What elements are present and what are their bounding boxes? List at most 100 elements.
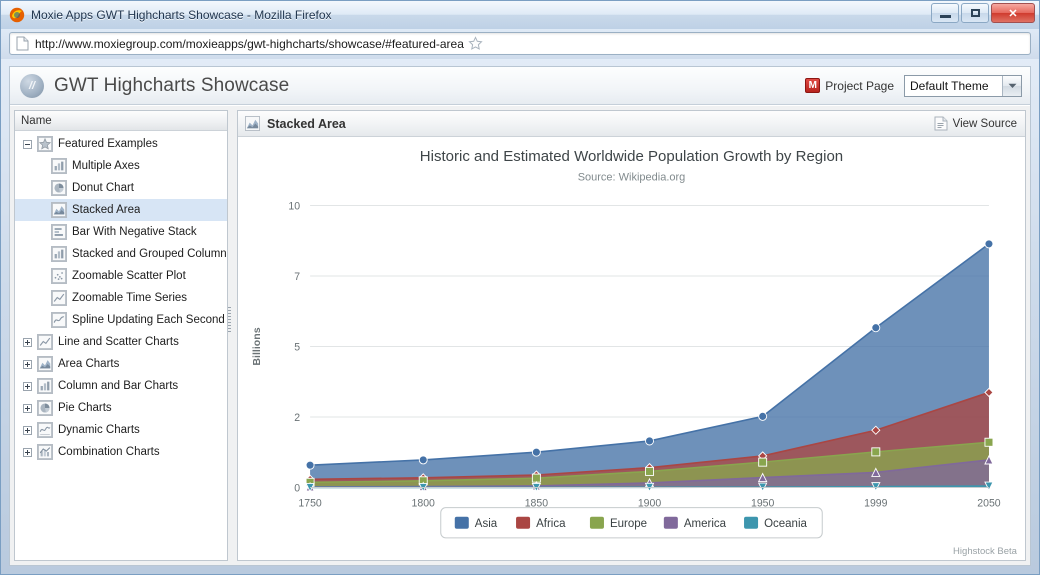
chart-marker-europe[interactable] [645,466,654,476]
tree-expand-icon[interactable] [23,337,32,347]
line-chart-icon [37,334,53,350]
tree-expand-icon[interactable] [23,403,32,413]
chart-subtitle: Source: Wikipedia.org [578,171,686,183]
sidebar-item-label: Pie Charts [58,402,112,414]
address-bar[interactable]: http://www.moxiegroup.com/moxieapps/gwt-… [9,32,1031,55]
pie-chart-icon [37,400,53,416]
sidebar-item-area-charts[interactable]: Area Charts [15,353,227,375]
project-page-label: Project Page [825,78,894,93]
page-icon [16,36,29,51]
tree-collapse-icon[interactable] [23,139,32,149]
window-title: Moxie Apps GWT Highcharts Showcase - Moz… [31,8,332,22]
chart-marker-asia[interactable] [871,323,881,333]
chart-marker-europe[interactable] [871,447,881,457]
sidebar-item-combination-charts[interactable]: Combination Charts [15,441,227,463]
sidebar-item-stacked-area[interactable]: Stacked Area [15,199,227,221]
sidebar-item-zoomable-scatter-plot[interactable]: Zoomable Scatter Plot [15,265,227,287]
close-icon: ✕ [1008,7,1018,20]
sidebar-item-line-and-scatter-charts[interactable]: Line and Scatter Charts [15,331,227,353]
close-button[interactable]: ✕ [991,3,1035,23]
url-text[interactable]: http://www.moxiegroup.com/moxieapps/gwt-… [35,37,464,51]
bookmark-star-icon[interactable] [468,36,483,51]
chart-title: Historic and Estimated Worldwide Populat… [420,148,843,165]
app-logo-icon: // [20,73,44,98]
y-axis-tick-label: 0 [294,482,300,494]
chart-marker-asia[interactable] [758,411,768,421]
chart-panel: Stacked Area View Source 0 2 5 7 10 1750… [237,110,1026,561]
column-chart-icon [37,378,53,394]
chart-marker-asia[interactable] [418,455,428,465]
legend-label-europe[interactable]: Europe [610,518,647,530]
sidebar-item-label: Stacked and Grouped Column [72,248,227,260]
area-chart-icon [245,116,260,131]
y-axis-title: Billions [251,327,263,365]
sidebar-item-zoomable-time-series[interactable]: Zoomable Time Series [15,287,227,309]
panel-splitter[interactable] [227,111,232,560]
moxie-logo-letter: M [808,79,817,91]
chart-marker-asia[interactable] [645,436,654,446]
web-page: // GWT Highcharts Showcase M Project Pag… [9,66,1031,566]
theme-select-value: Default Theme [910,78,989,93]
project-page-link[interactable]: M Project Page [805,78,894,93]
pie-chart-icon [51,180,67,196]
area-chart-icon [37,356,53,372]
chart-marker-europe[interactable] [758,457,768,467]
sidebar-item-multiple-axes[interactable]: Multiple Axes [15,155,227,177]
page-title: GWT Highcharts Showcase [54,74,290,96]
legend-label-oceania[interactable]: Oceania [764,518,807,530]
sidebar-item-label: Line and Scatter Charts [58,336,179,348]
maximize-button[interactable] [961,3,989,23]
combo-chart-icon [37,444,53,460]
sidebar-item-label: Bar With Negative Stack [72,226,197,238]
chart-marker-asia[interactable] [984,239,994,249]
sidebar-item-label: Zoomable Time Series [72,292,188,304]
sidebar-item-bar-with-negative-stack[interactable]: Bar With Negative Stack [15,221,227,243]
examples-tree: Featured Examples Multiple Axes Donut Char… [15,131,227,560]
chart-panel-header: Stacked Area View Source [238,111,1025,137]
header-actions: M Project Page Default Theme [805,74,1022,97]
sidebar-item-label: Featured Examples [58,138,158,150]
splitter-grip[interactable] [228,307,231,333]
source-file-icon [934,116,948,131]
legend-label-america[interactable]: America [684,518,727,530]
sidebar-item-donut-chart[interactable]: Donut Chart [15,177,227,199]
legend-swatch-oceania[interactable] [744,516,759,529]
star-icon [37,136,53,152]
tree-expand-icon[interactable] [23,447,32,457]
sidebar-item-dynamic-charts[interactable]: Dynamic Charts [15,419,227,441]
theme-select[interactable]: Default Theme [904,74,1022,97]
tree-expand-icon[interactable] [23,425,32,435]
sidebar-item-label: Multiple Axes [72,160,140,172]
chart-credit: Highstock Beta [953,546,1018,557]
chart-marker-europe[interactable] [984,437,994,447]
chart-marker-asia[interactable] [531,447,541,457]
scatter-chart-icon [51,268,67,284]
view-source-button[interactable]: View Source [934,116,1017,131]
sidebar-item-label: Zoomable Scatter Plot [72,270,186,282]
sidebar-item-featured-examples[interactable]: Featured Examples [15,133,227,155]
sidebar-item-stacked-and-grouped-column[interactable]: Stacked and Grouped Column [15,243,227,265]
stacked-area-chart[interactable]: 0 2 5 7 10 1750 1800 1850 1900 1950 1999 2050 Billio… [238,137,1025,560]
tree-expand-icon[interactable] [23,359,32,369]
content-split: Name Featured Examples Multiple Axes Donut… [10,106,1030,565]
y-axis-tick-label: 7 [294,271,300,283]
chart-panel-title: Stacked Area [267,116,346,131]
legend-label-asia[interactable]: Asia [475,518,498,530]
minimize-button[interactable] [931,3,959,23]
legend-swatch-asia[interactable] [454,516,469,529]
legend-swatch-america[interactable] [663,516,678,529]
sidebar-item-column-and-bar-charts[interactable]: Column and Bar Charts [15,375,227,397]
legend-swatch-europe[interactable] [589,516,604,529]
tree-expand-icon[interactable] [23,381,32,391]
y-axis-tick-label: 2 [294,412,300,424]
dynamic-chart-icon [37,422,53,438]
sidebar-item-pie-charts[interactable]: Pie Charts [15,397,227,419]
column-chart-icon [51,158,67,174]
legend-label-africa[interactable]: Africa [536,518,566,530]
legend-swatch-africa[interactable] [516,516,531,529]
navigation-toolbar: http://www.moxiegroup.com/moxieapps/gwt-… [1,29,1039,59]
chart-svg: 0257101750 1800 1850 1900 1950 1999 2050Billio… [251,148,1018,557]
sidebar-item-spline-updating-each-second[interactable]: Spline Updating Each Second [15,309,227,331]
chart-marker-asia[interactable] [305,460,315,470]
chevron-down-icon[interactable] [1002,75,1021,96]
